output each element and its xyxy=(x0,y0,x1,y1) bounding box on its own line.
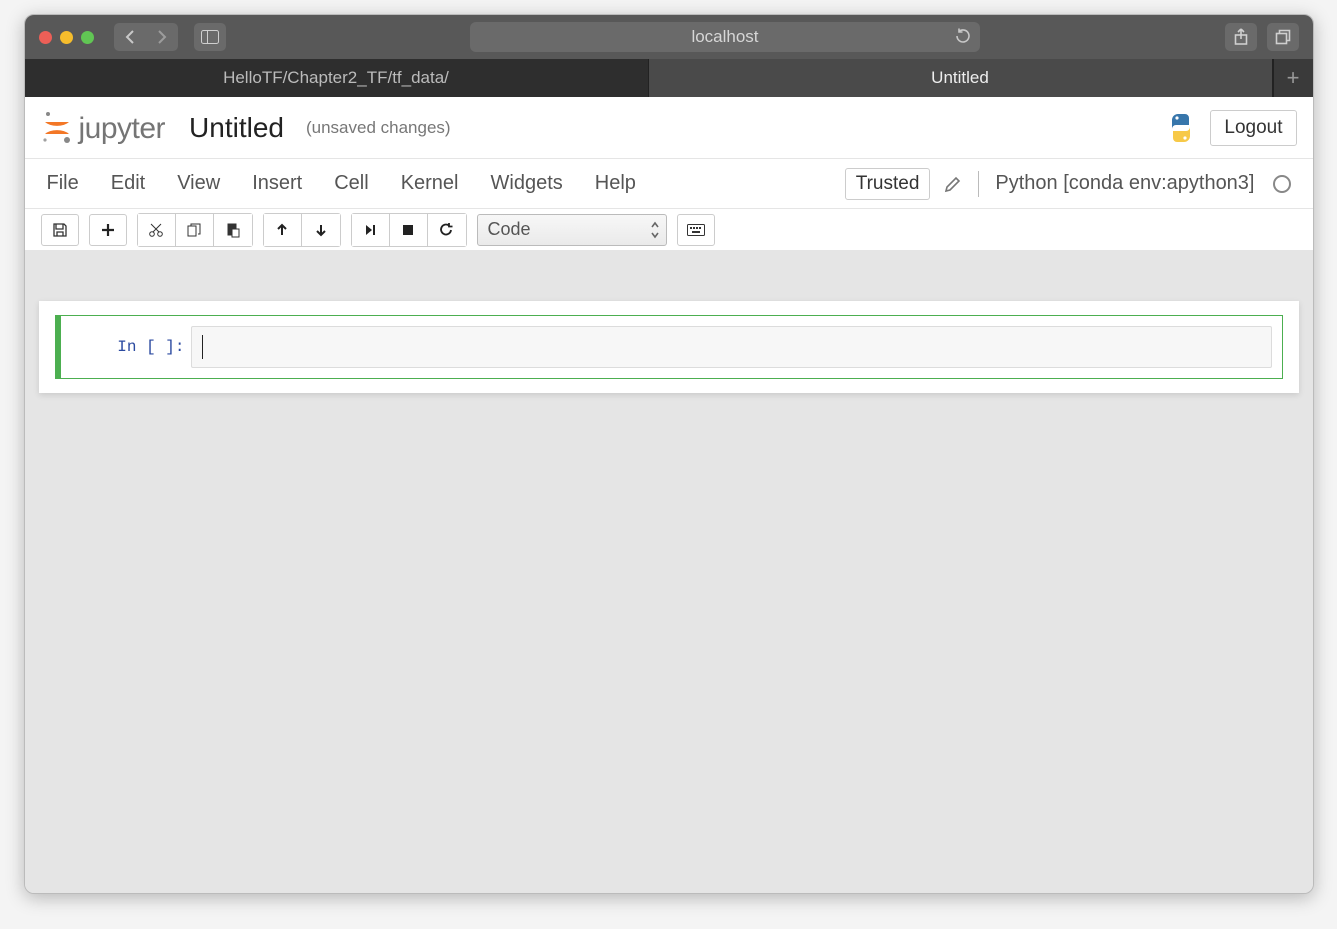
run-icon xyxy=(363,223,377,237)
stop-icon xyxy=(401,223,415,237)
separator xyxy=(978,171,979,197)
pencil-icon xyxy=(944,175,962,193)
browser-tab[interactable]: Untitled xyxy=(649,59,1273,97)
select-arrows-icon xyxy=(650,220,660,240)
address-bar[interactable]: localhost xyxy=(470,22,980,52)
window-controls xyxy=(39,31,94,44)
cell-type-select[interactable]: Code xyxy=(477,214,667,246)
browser-tab-title: Untitled xyxy=(931,68,989,88)
run-button[interactable] xyxy=(352,214,390,246)
sidebar-icon xyxy=(201,30,219,44)
share-button[interactable] xyxy=(1225,23,1257,51)
cut-button[interactable] xyxy=(138,214,176,246)
notebook-title[interactable]: Untitled xyxy=(189,112,284,144)
cell-code-input[interactable] xyxy=(191,326,1272,368)
browser-tabstrip: HelloTF/Chapter2_TF/tf_data/ Untitled + xyxy=(25,59,1313,97)
keyboard-icon xyxy=(687,224,705,236)
move-cell-up-button[interactable] xyxy=(264,214,302,246)
new-tab-button[interactable]: + xyxy=(1273,59,1313,97)
trusted-badge[interactable]: Trusted xyxy=(845,168,931,200)
jupyter-menubar: File Edit View Insert Cell Kernel Widget… xyxy=(25,159,1313,209)
jupyter-logo-text: jupyter xyxy=(79,112,166,146)
save-icon xyxy=(52,222,68,238)
browser-tab[interactable]: HelloTF/Chapter2_TF/tf_data/ xyxy=(25,59,649,97)
plus-icon xyxy=(100,222,116,238)
copy-button[interactable] xyxy=(176,214,214,246)
forward-button[interactable] xyxy=(146,23,178,51)
zoom-window-button[interactable] xyxy=(81,31,94,44)
browser-window: localhost xyxy=(24,14,1314,894)
browser-titlebar: localhost xyxy=(25,15,1313,59)
share-icon xyxy=(1234,28,1248,46)
restart-kernel-button[interactable] xyxy=(428,214,466,246)
menu-help[interactable]: Help xyxy=(595,172,636,195)
jupyter-logo[interactable]: jupyter xyxy=(41,110,166,146)
tabs-overview-button[interactable] xyxy=(1267,23,1299,51)
command-palette-button[interactable] xyxy=(677,214,715,246)
reload-icon xyxy=(954,27,972,45)
insert-cell-below-button[interactable] xyxy=(89,214,127,246)
back-button[interactable] xyxy=(114,23,146,51)
nav-buttons xyxy=(114,23,178,51)
copy-icon xyxy=(186,222,202,238)
menu-edit[interactable]: Edit xyxy=(111,172,145,195)
menu-cell[interactable]: Cell xyxy=(334,172,368,195)
notebook-container: In [ ]: xyxy=(39,301,1299,393)
python-logo-icon xyxy=(1164,111,1198,145)
titlebar-right-buttons xyxy=(1225,23,1299,51)
jupyter-header: jupyter Untitled (unsaved changes) Logou… xyxy=(25,97,1313,159)
move-cell-down-button[interactable] xyxy=(302,214,340,246)
menu-widgets[interactable]: Widgets xyxy=(491,172,563,195)
arrow-up-icon xyxy=(275,223,289,237)
cell-type-value: Code xyxy=(488,219,531,240)
cell-input-prompt: In [ ]: xyxy=(71,326,191,368)
logout-button[interactable]: Logout xyxy=(1210,110,1296,146)
chevron-left-icon xyxy=(124,29,136,45)
paste-button[interactable] xyxy=(214,214,252,246)
menu-view[interactable]: View xyxy=(177,172,220,195)
kernel-name[interactable]: Python [conda env:apython3] xyxy=(995,172,1254,195)
menu-insert[interactable]: Insert xyxy=(252,172,302,195)
jupyter-logo-icon xyxy=(41,110,73,146)
plus-icon: + xyxy=(1287,65,1300,91)
save-status: (unsaved changes) xyxy=(306,118,451,138)
menu-kernel[interactable]: Kernel xyxy=(401,172,459,195)
kernel-idle-indicator xyxy=(1273,175,1291,193)
address-bar-text: localhost xyxy=(691,27,758,47)
code-cell[interactable]: In [ ]: xyxy=(55,315,1283,379)
interrupt-button[interactable] xyxy=(390,214,428,246)
sidebar-toggle-button[interactable] xyxy=(194,23,226,51)
arrow-down-icon xyxy=(314,223,328,237)
menu-file[interactable]: File xyxy=(47,172,79,195)
chevron-right-icon xyxy=(156,29,168,45)
close-window-button[interactable] xyxy=(39,31,52,44)
jupyter-toolbar: Code xyxy=(25,209,1313,251)
browser-tab-title: HelloTF/Chapter2_TF/tf_data/ xyxy=(223,68,449,88)
save-button[interactable] xyxy=(41,214,79,246)
edit-notebook-metadata-button[interactable] xyxy=(944,175,962,193)
reload-button[interactable] xyxy=(954,27,972,45)
tabs-icon xyxy=(1275,29,1291,45)
scissors-icon xyxy=(148,222,164,238)
minimize-window-button[interactable] xyxy=(60,31,73,44)
text-caret xyxy=(202,335,203,359)
restart-icon xyxy=(439,222,454,237)
paste-icon xyxy=(225,222,241,238)
notebook-scroll-area[interactable]: In [ ]: xyxy=(25,251,1313,893)
